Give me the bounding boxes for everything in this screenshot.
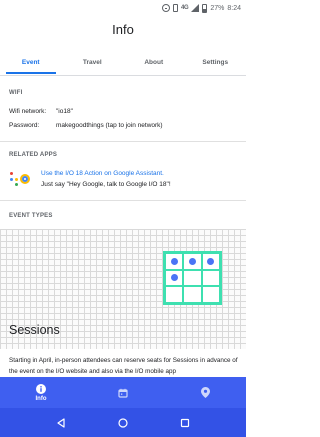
wifi-password-row: Password: makegoodthings (tap to join ne… [9, 122, 163, 129]
battery-icon [202, 3, 208, 13]
home-icon[interactable] [118, 417, 128, 428]
wifi-network-value: "io18" [56, 108, 73, 115]
bottom-navigation: Info [0, 377, 246, 408]
sessions-description: Starting in April, in-person attendees c… [9, 357, 238, 375]
system-navigation-bar [0, 408, 246, 437]
divider [0, 141, 246, 142]
tab-event[interactable]: Event [0, 54, 62, 74]
nav-map[interactable] [164, 377, 246, 408]
grid-cell [165, 269, 184, 287]
status-bar: 4G 27% 8:24 [0, 0, 246, 16]
sessions-title: Sessions [9, 323, 60, 337]
assistant-hint-row: Just say "Hey Google, talk to Google I/O… [41, 181, 171, 188]
wifi-network-label: Wifi network: [9, 108, 47, 115]
grid-dot [170, 274, 178, 282]
grid-cell [183, 286, 202, 303]
vibrate-icon [172, 4, 178, 12]
tab-bar: Event Travel About Settings [0, 54, 246, 74]
grid-cell [183, 269, 202, 287]
grid-cell [201, 269, 220, 287]
back-icon[interactable] [56, 417, 66, 428]
tab-settings[interactable]: Settings [185, 54, 247, 74]
google-assistant-icon [10, 170, 32, 188]
battery-percent: 27% [210, 4, 225, 12]
recents-icon[interactable] [180, 418, 190, 428]
nav-info[interactable]: Info [0, 377, 82, 408]
grid-cell [183, 253, 202, 270]
data-saver-icon [161, 4, 170, 12]
divider [0, 200, 246, 201]
calendar-icon [118, 388, 128, 398]
wifi-network-row: Wifi network: "io18" [9, 108, 73, 115]
tab-travel[interactable]: Travel [62, 54, 124, 74]
tab-about[interactable]: About [123, 54, 185, 74]
signal-icon [191, 4, 200, 12]
map-pin-icon [200, 387, 210, 398]
grid-cell [201, 253, 220, 270]
nav-schedule[interactable] [82, 377, 164, 408]
event-types-section-title: EVENT TYPES [9, 213, 53, 219]
wifi-section-title: WIFI [9, 90, 23, 96]
grid-cell [165, 286, 184, 303]
wifi-password-link[interactable]: makegoodthings (tap to join network) [56, 122, 163, 129]
assistant-link-row: Use the I/O 18 Action on Google Assistan… [41, 170, 164, 177]
clock: 8:24 [227, 4, 241, 12]
tabs-divider [0, 75, 246, 76]
nav-info-label: Info [35, 395, 47, 402]
wifi-password-label: Password: [9, 122, 40, 129]
assistant-action-link[interactable]: Use the I/O 18 Action on Google Assistan… [41, 170, 164, 177]
grid-cell [165, 253, 184, 270]
grid-dot [207, 257, 215, 265]
page-title: Info [112, 22, 134, 37]
related-apps-section-title: RELATED APPS [9, 152, 58, 158]
grid-dot [170, 257, 178, 265]
network-type: 4G [180, 5, 189, 11]
grid-dot [188, 257, 196, 265]
grid-cell [201, 286, 220, 303]
sessions-grid-illustration [163, 251, 222, 305]
assistant-hint-text: Just say "Hey Google, talk to Google I/O… [41, 181, 171, 188]
info-icon [36, 383, 46, 394]
